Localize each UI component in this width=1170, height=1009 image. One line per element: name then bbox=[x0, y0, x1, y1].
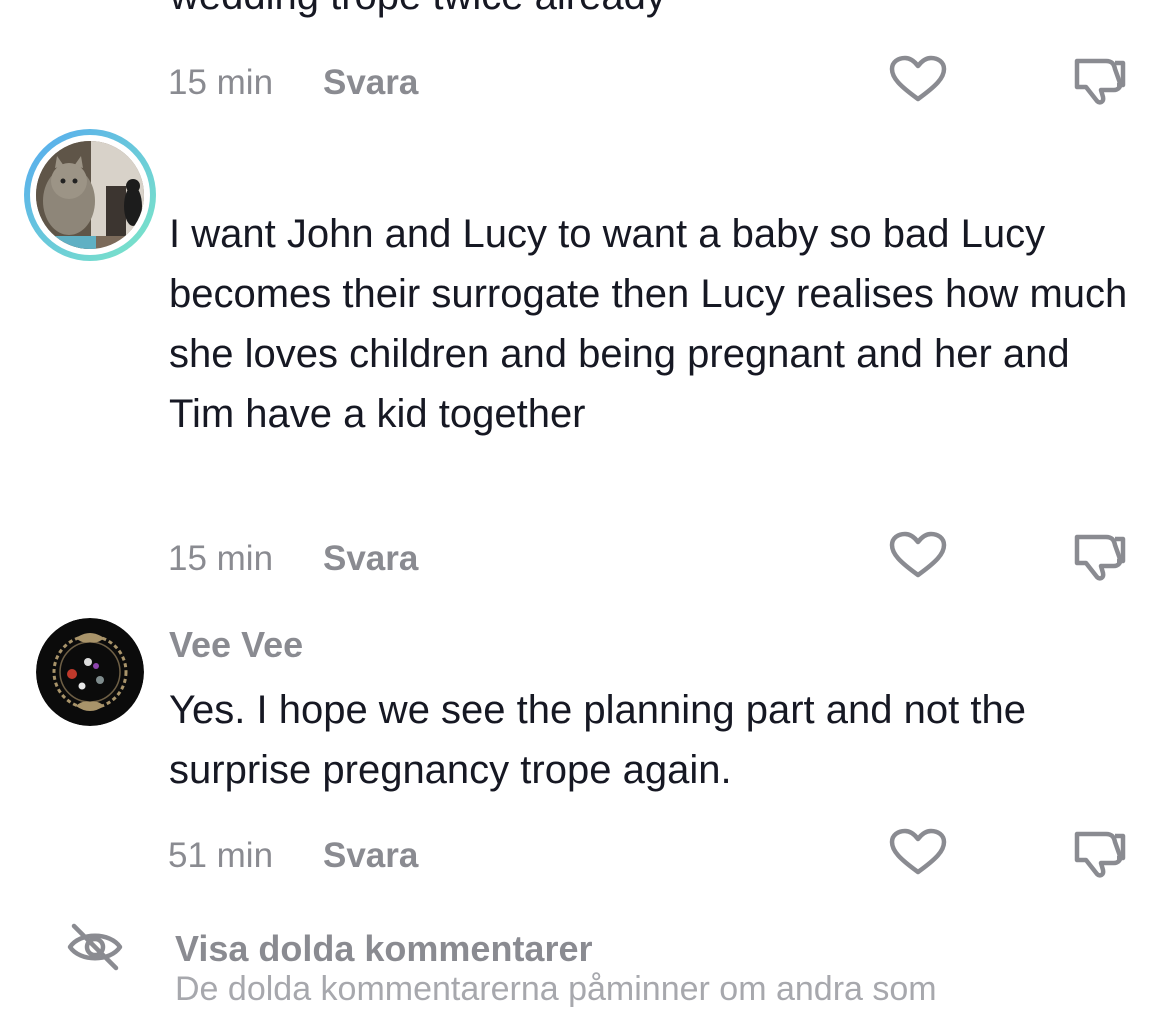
hidden-comments-description: De dolda kommentarerna påminner om andra… bbox=[175, 970, 937, 1008]
comment-actions: 15 min Svara bbox=[168, 55, 1148, 105]
comment-text: I want John and Lucy to want a baby so b… bbox=[169, 212, 1128, 436]
reply-button[interactable]: Svara bbox=[323, 63, 418, 103]
heart-icon[interactable] bbox=[888, 531, 948, 581]
cat-photo-avatar bbox=[24, 129, 156, 261]
comment-time: 15 min bbox=[168, 63, 274, 102]
eye-off-icon bbox=[67, 923, 123, 971]
show-hidden-comments-link[interactable]: Visa dolda kommentarer bbox=[175, 928, 593, 970]
dislike-icon[interactable] bbox=[1068, 828, 1128, 878]
dislike-icon[interactable] bbox=[1068, 55, 1128, 105]
heart-icon[interactable] bbox=[888, 828, 948, 878]
comment-text: wedding trope twice already bbox=[170, 0, 666, 26]
avatar[interactable] bbox=[36, 618, 144, 726]
reply-button[interactable]: Svara bbox=[323, 836, 418, 876]
comment-time: 51 min bbox=[168, 836, 274, 875]
heart-icon[interactable] bbox=[888, 55, 948, 105]
comment-actions: 15 min Svara bbox=[168, 531, 1148, 581]
username[interactable]: Vee Vee bbox=[169, 624, 303, 666]
comment-time: 15 min bbox=[168, 539, 274, 578]
avatar[interactable] bbox=[21, 126, 159, 264]
reply-button[interactable]: Svara bbox=[323, 539, 418, 579]
comment-actions: 51 min Svara bbox=[168, 828, 1148, 878]
ornate-frame-avatar bbox=[36, 618, 144, 726]
comment-text: Yes. I hope we see the planning part and… bbox=[169, 688, 1026, 792]
dislike-icon[interactable] bbox=[1068, 531, 1128, 581]
